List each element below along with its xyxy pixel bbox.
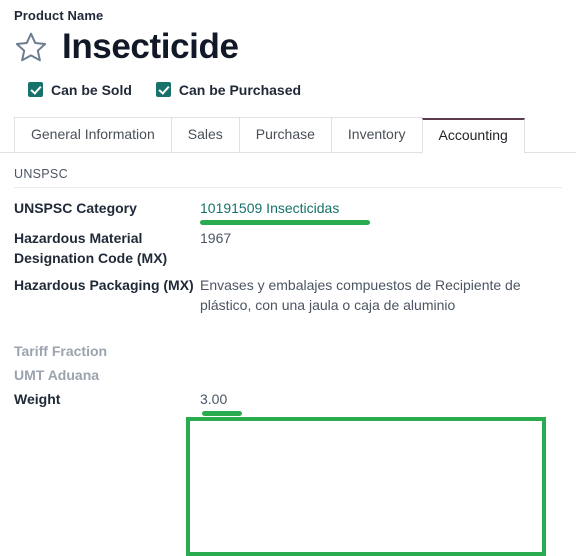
haz-packaging-label: Hazardous Packaging (MX): [14, 277, 194, 294]
page-title: Insecticide: [62, 27, 239, 66]
section-divider: [14, 186, 562, 188]
title-row: Insecticide: [14, 27, 576, 66]
weight-label: Weight: [14, 390, 61, 407]
unspsc-category-value-wrap: 10191509 Insecticidas: [200, 197, 370, 225]
field-row-weight: Weight 3.00: [14, 388, 576, 416]
highlight-underline-unspsc: [200, 219, 370, 225]
highlight-box-hazardous-fields: [186, 416, 546, 556]
product-flags: Can be Sold Can be Purchased: [28, 82, 576, 98]
tab-accounting[interactable]: Accounting: [421, 117, 525, 154]
field-row-haz-packaging: Hazardous Packaging (MX) Envases y embal…: [14, 274, 576, 316]
field-row-umt-aduana: UMT Aduana: [14, 364, 576, 386]
can-be-purchased-label: Can be Purchased: [178, 81, 302, 98]
tab-bar: General Information Sales Purchase Inven…: [0, 116, 576, 154]
haz-packaging-value[interactable]: Envases y embalajes compuestos de Recipi…: [200, 274, 540, 316]
tariff-fraction-label: Tariff Fraction: [14, 343, 108, 360]
star-outline-icon[interactable]: [14, 30, 48, 64]
product-header: Product Name Insecticide: [0, 0, 576, 66]
tab-purchase[interactable]: Purchase: [238, 116, 332, 153]
highlight-underline-weight: [202, 410, 242, 416]
umt-aduana-label: UMT Aduana: [14, 367, 100, 383]
accounting-form: UNSPSC UNSPSC Category 10191509 Insectic…: [0, 153, 576, 556]
field-row-unspsc-category: UNSPSC Category 10191509 Insecticidas: [14, 197, 576, 225]
tab-list: General Information Sales Purchase Inven…: [14, 116, 525, 154]
tab-sales[interactable]: Sales: [170, 116, 240, 153]
weight-value[interactable]: 3.00: [200, 391, 227, 407]
field-row-tariff-fraction: Tariff Fraction: [14, 340, 576, 362]
form-spacer: [14, 316, 576, 334]
section-title-unspsc: UNSPSC: [14, 166, 68, 181]
tab-inventory[interactable]: Inventory: [330, 116, 423, 153]
unspsc-category-label: UNSPSC Category: [14, 199, 137, 216]
hazmat-code-value[interactable]: 1967: [200, 227, 231, 249]
can-be-purchased-checkbox[interactable]: [155, 82, 171, 98]
can-be-purchased-field[interactable]: Can be Purchased: [155, 81, 302, 98]
can-be-sold-checkbox[interactable]: [28, 82, 43, 98]
can-be-sold-label: Can be Sold: [51, 81, 132, 98]
unspsc-category-link[interactable]: 10191509 Insecticidas: [200, 200, 339, 216]
product-name-label: Product Name: [14, 8, 104, 23]
weight-value-wrap: 3.00: [200, 388, 242, 416]
tab-general-information[interactable]: General Information: [14, 116, 172, 153]
field-row-hazmat-code: Hazardous Material Designation Code (MX)…: [14, 227, 576, 269]
hazmat-code-label: Hazardous Material Designation Code (MX): [14, 229, 168, 266]
can-be-sold-field[interactable]: Can be Sold: [28, 82, 132, 98]
